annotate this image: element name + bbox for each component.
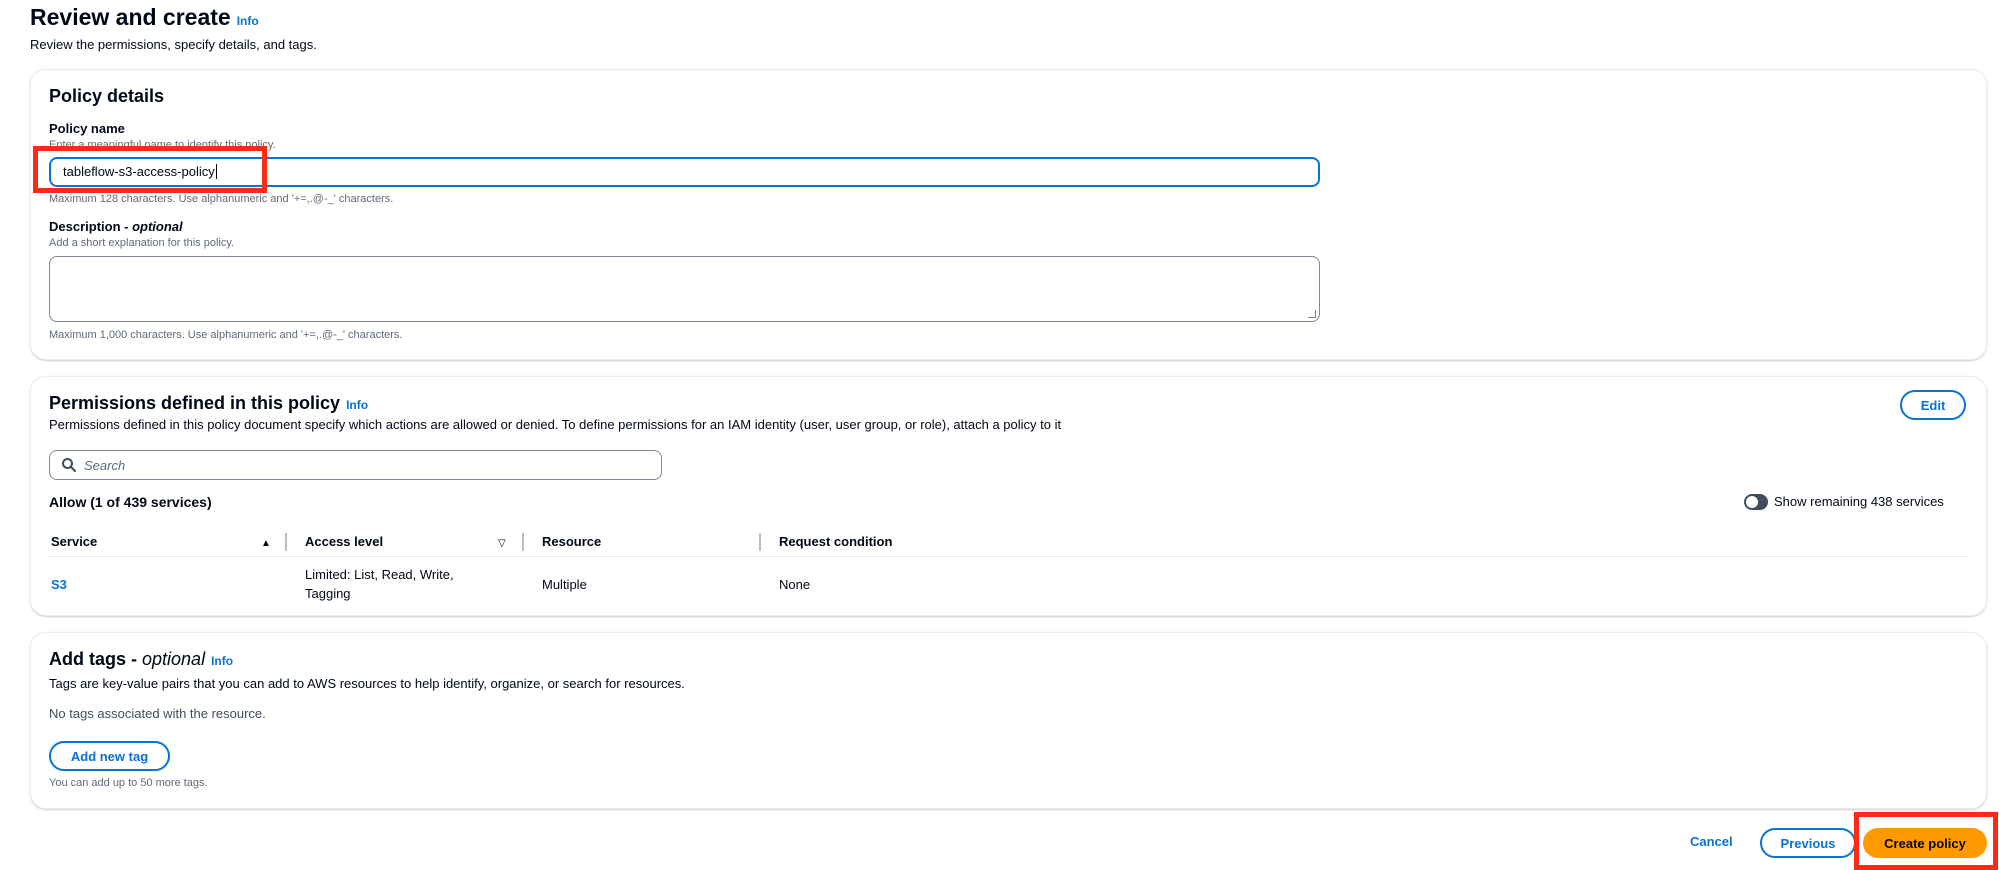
resize-grip-icon[interactable] bbox=[1308, 310, 1316, 318]
sort-ascending-icon[interactable]: ▲ bbox=[261, 538, 271, 549]
policy-name-highlight bbox=[33, 146, 267, 193]
page-subtitle: Review the permissions, specify details,… bbox=[30, 37, 317, 52]
permissions-heading: Permissions defined in this policy Info bbox=[49, 393, 369, 413]
tags-limit-hint: You can add up to 50 more tags. bbox=[49, 777, 208, 789]
review-and-create-page: Review and create Info Review the permiss… bbox=[0, 0, 1999, 870]
cancel-button[interactable]: Cancel bbox=[1690, 834, 1733, 849]
permissions-panel: Permissions defined in this policy Info E… bbox=[30, 376, 1987, 616]
access-level-line2: Tagging bbox=[305, 586, 351, 601]
page-info-link[interactable]: Info bbox=[237, 14, 259, 28]
search-icon bbox=[61, 457, 77, 478]
permissions-search-input[interactable]: Search bbox=[49, 450, 662, 480]
permissions-info-link[interactable]: Info bbox=[346, 398, 368, 412]
description-constraint: Maximum 1,000 characters. Use alphanumer… bbox=[49, 329, 403, 341]
tags-description: Tags are key-value pairs that you can ad… bbox=[49, 676, 685, 691]
permissions-description: Permissions defined in this policy docum… bbox=[49, 417, 1062, 432]
policy-details-panel: Policy details Policy name Enter a meani… bbox=[30, 69, 1987, 360]
tags-panel: Add tags - optional Info Tags are key-val… bbox=[30, 632, 1987, 809]
column-divider[interactable] bbox=[522, 533, 524, 551]
toggle-knob bbox=[1746, 496, 1758, 508]
policy-name-constraint: Maximum 128 characters. Use alphanumeric… bbox=[49, 193, 394, 205]
description-textarea[interactable] bbox=[49, 256, 1320, 322]
policy-name-label: Policy name bbox=[49, 121, 125, 136]
service-link-s3[interactable]: S3 bbox=[51, 577, 67, 592]
column-header-access-level[interactable]: Access level bbox=[305, 534, 383, 549]
description-hint: Add a short explanation for this policy. bbox=[49, 237, 235, 249]
tags-empty-message: No tags associated with the resource. bbox=[49, 706, 266, 721]
column-header-service[interactable]: Service bbox=[51, 534, 97, 549]
allow-services-title: Allow (1 of 439 services) bbox=[49, 494, 212, 510]
show-remaining-toggle[interactable] bbox=[1744, 494, 1768, 510]
resource-cell: Multiple bbox=[542, 577, 587, 592]
access-level-line1: Limited: List, Read, Write, bbox=[305, 567, 454, 582]
column-divider[interactable] bbox=[759, 533, 761, 551]
page-title: Review and create bbox=[30, 4, 231, 30]
add-new-tag-button[interactable]: Add new tag bbox=[49, 741, 170, 771]
show-remaining-label: Show remaining 438 services bbox=[1774, 494, 1944, 509]
condition-cell: None bbox=[779, 577, 811, 592]
tags-heading: Add tags - optional Info bbox=[49, 649, 234, 669]
sort-descending-icon[interactable]: ▽ bbox=[498, 538, 506, 549]
column-divider[interactable] bbox=[285, 533, 287, 551]
table-header-divider bbox=[49, 556, 1969, 557]
description-label: Description - optional bbox=[49, 219, 183, 234]
edit-button[interactable]: Edit bbox=[1900, 390, 1966, 420]
column-header-request-condition[interactable]: Request condition bbox=[779, 534, 892, 549]
column-header-resource[interactable]: Resource bbox=[542, 534, 601, 549]
page-header: Review and create Info bbox=[30, 4, 259, 31]
search-placeholder: Search bbox=[84, 458, 126, 473]
previous-button[interactable]: Previous bbox=[1760, 828, 1856, 858]
create-policy-highlight bbox=[1854, 812, 1998, 870]
policy-details-heading: Policy details bbox=[49, 86, 165, 106]
tags-info-link[interactable]: Info bbox=[211, 654, 233, 668]
